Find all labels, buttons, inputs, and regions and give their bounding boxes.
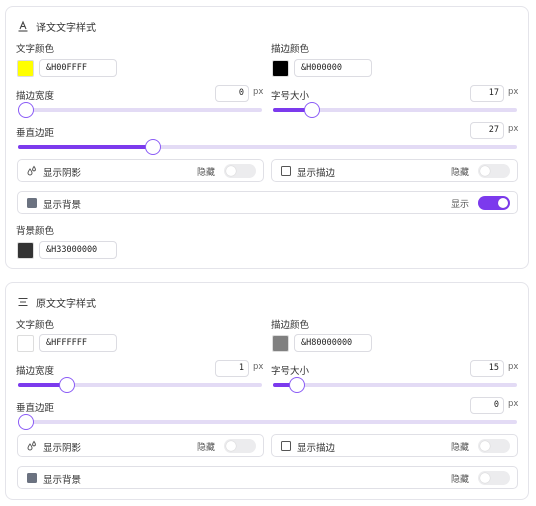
outline-switch[interactable] [478, 439, 510, 453]
vertical-margin-input[interactable]: 0 [470, 397, 504, 414]
font-color-icon [18, 20, 28, 32]
shadow-state: 隐藏 [197, 168, 216, 178]
slider-thumb[interactable] [144, 139, 161, 155]
switch-knob [226, 441, 236, 451]
slider-thumb[interactable] [18, 414, 34, 430]
outline-width-label: 描边宽度 [16, 366, 55, 377]
switch-knob [226, 166, 236, 176]
font-size-label: 字号大小 [271, 366, 310, 377]
font-size-input[interactable]: 15 [470, 360, 504, 377]
bg-color-input[interactable]: &H33000000 [39, 241, 117, 259]
font-size-slider[interactable] [273, 102, 517, 118]
switch-knob [498, 198, 508, 208]
outline-width-input[interactable]: 1 [215, 360, 249, 377]
panel-title: 原文文字样式 [36, 298, 96, 310]
background-switch[interactable] [478, 196, 510, 210]
drops-icon [27, 440, 36, 451]
outline-color-swatch[interactable] [272, 60, 289, 77]
outline-toggle-row[interactable]: 显示描边 隐藏 [271, 434, 518, 457]
drops-icon [27, 165, 36, 176]
vertical-margin-slider[interactable] [18, 139, 517, 155]
vertical-margin-label: 垂直边距 [16, 128, 55, 139]
square-icon [27, 473, 37, 483]
font-size-label: 字号大小 [271, 91, 310, 102]
font-size-input[interactable]: 17 [470, 85, 504, 102]
shadow-switch[interactable] [224, 164, 256, 178]
vertical-margin-label: 垂直边距 [16, 403, 55, 414]
checkbox-icon[interactable] [281, 166, 291, 176]
slider-fill [18, 145, 153, 149]
background-state: 隐藏 [451, 475, 470, 485]
text-color-swatch[interactable] [17, 335, 34, 352]
original-panel-header: 原文文字样式 [17, 295, 96, 310]
switch-knob [480, 441, 490, 451]
font-size-slider[interactable] [273, 377, 517, 393]
outline-state: 隐藏 [451, 443, 470, 453]
checkbox-icon[interactable] [281, 441, 291, 451]
shadow-toggle-row[interactable]: 显示阴影 隐藏 [17, 434, 264, 457]
bg-color-swatch[interactable] [17, 242, 34, 259]
outline-switch[interactable] [478, 164, 510, 178]
text-color-input[interactable]: &HFFFFFF [39, 334, 117, 352]
vertical-margin-input[interactable]: 27 [470, 122, 504, 139]
outline-width-input[interactable]: 0 [215, 85, 249, 102]
translation-style-panel: 译文文字样式 文字颜色 &H00FFFF 描边颜色 &H000000 描边宽度 … [5, 6, 529, 269]
outline-label: 显示描边 [297, 443, 336, 454]
outline-width-slider[interactable] [18, 377, 262, 393]
background-state: 显示 [451, 200, 470, 210]
outline-color-label: 描边颜色 [271, 320, 310, 331]
outline-toggle-row[interactable]: 显示描边 隐藏 [271, 159, 518, 182]
background-switch[interactable] [478, 471, 510, 485]
panel-title: 译文文字样式 [36, 22, 96, 34]
vertical-margin-slider[interactable] [18, 414, 517, 430]
font-size-unit: px [508, 362, 519, 372]
shadow-label: 显示阴影 [43, 168, 82, 179]
text-color-input[interactable]: &H00FFFF [39, 59, 117, 77]
translation-panel-header: 译文文字样式 [17, 19, 96, 34]
switch-knob [480, 166, 490, 176]
vertical-margin-unit: px [508, 399, 519, 409]
slider-thumb[interactable] [289, 377, 306, 393]
text-color-label: 文字颜色 [16, 320, 55, 331]
shadow-switch[interactable] [224, 439, 256, 453]
outline-color-input[interactable]: &H80000000 [294, 334, 372, 352]
outline-width-unit: px [253, 87, 264, 97]
square-icon [27, 198, 37, 208]
shadow-toggle-row[interactable]: 显示阴影 隐藏 [17, 159, 264, 182]
outline-width-slider[interactable] [18, 102, 262, 118]
text-color-label: 文字颜色 [16, 44, 55, 55]
outline-label: 显示描边 [297, 168, 336, 179]
outline-width-label: 描边宽度 [16, 91, 55, 102]
shadow-state: 隐藏 [197, 443, 216, 453]
slider-thumb[interactable] [18, 102, 34, 118]
switch-knob [480, 473, 490, 483]
background-label: 显示背景 [43, 475, 82, 486]
slider-thumb[interactable] [58, 377, 75, 393]
outline-state: 隐藏 [451, 168, 470, 178]
align-icon [18, 297, 28, 307]
text-color-swatch[interactable] [17, 60, 34, 77]
background-toggle-row[interactable]: 显示背景 隐藏 [17, 466, 518, 489]
bg-color-label: 背景颜色 [16, 226, 55, 237]
outline-color-label: 描边颜色 [271, 44, 310, 55]
slider-thumb[interactable] [304, 102, 321, 118]
font-size-unit: px [508, 87, 519, 97]
outline-color-swatch[interactable] [272, 335, 289, 352]
shadow-label: 显示阴影 [43, 443, 82, 454]
background-label: 显示背景 [43, 200, 82, 211]
vertical-margin-unit: px [508, 124, 519, 134]
original-style-panel: 原文文字样式 文字颜色 &HFFFFFF 描边颜色 &H80000000 描边宽… [5, 282, 529, 500]
outline-color-input[interactable]: &H000000 [294, 59, 372, 77]
background-toggle-row[interactable]: 显示背景 显示 [17, 191, 518, 214]
outline-width-unit: px [253, 362, 264, 372]
